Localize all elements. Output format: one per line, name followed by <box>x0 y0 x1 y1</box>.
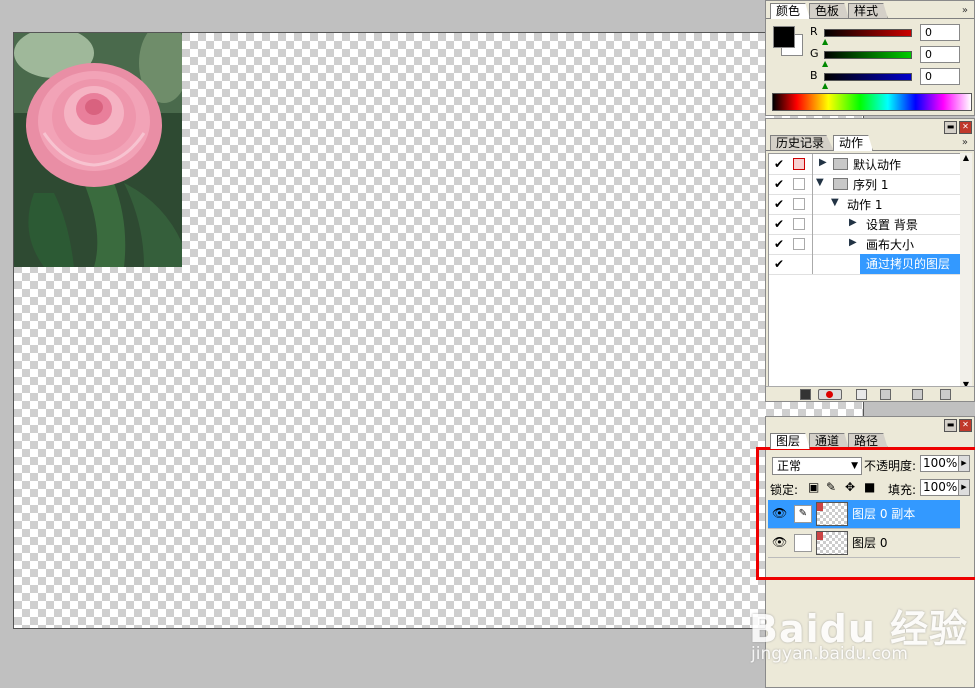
column-divider <box>812 174 813 194</box>
tab-swatches[interactable]: 色板 <box>809 3 850 19</box>
panel-menu-icon[interactable]: » <box>962 5 968 16</box>
action-label: 设置 背景 <box>866 218 918 232</box>
green-label: G <box>810 47 819 60</box>
list-item[interactable]: ✔ ▶ 设置 背景 <box>769 214 961 235</box>
stop-icon[interactable] <box>800 389 811 400</box>
column-divider <box>812 234 813 254</box>
actions-window-buttons: ▬ ✕ <box>944 121 972 134</box>
action-list: ✔ ▶ 默认动作 ✔ ▼ 序列 1 ✔ ▼ 动作 1 ✔ ▶ 设置 背景 ✔ ▶… <box>768 153 962 391</box>
dialog-toggle-icon[interactable] <box>793 238 805 250</box>
blue-value-input[interactable]: 0 <box>920 68 960 85</box>
column-divider <box>812 194 813 214</box>
dialog-toggle-icon[interactable] <box>793 158 805 170</box>
camellia-photo <box>14 33 182 267</box>
expand-triangle-icon[interactable]: ▶ <box>819 157 827 168</box>
list-item[interactable]: ✔ ▼ 动作 1 <box>769 194 961 215</box>
watermark-url: jingyan.baidu.com <box>751 644 908 664</box>
action-label: 序列 1 <box>853 178 889 192</box>
red-slider-row: R ▲ 0 <box>810 24 970 46</box>
dialog-toggle-icon[interactable] <box>793 198 805 210</box>
action-label: 默认动作 <box>853 158 902 172</box>
tab-color[interactable]: 颜色 <box>770 3 811 19</box>
collapse-triangle-icon[interactable]: ▼ <box>831 197 839 208</box>
red-slider-handle-icon[interactable]: ▲ <box>822 37 828 46</box>
tab-actions[interactable]: 动作 <box>833 135 874 151</box>
baidu-watermark: Baidu 经验 jingyan.baidu.com <box>747 580 975 680</box>
blue-slider[interactable] <box>824 73 912 81</box>
action-label: 动作 1 <box>847 198 883 212</box>
panel-menu-icon[interactable]: » <box>962 137 968 148</box>
folder-icon <box>833 178 848 190</box>
red-label: R <box>810 25 818 38</box>
layers-window-buttons: ▬ ✕ <box>944 419 972 432</box>
list-item[interactable]: ✔ 通过拷贝的图层 <box>769 254 961 275</box>
color-spectrum-bar[interactable] <box>772 93 972 111</box>
foreground-color-swatch[interactable] <box>773 26 795 48</box>
action-label: 画布大小 <box>866 238 915 252</box>
folder-icon <box>833 158 848 170</box>
tab-history[interactable]: 历史记录 <box>770 135 835 151</box>
minimize-icon[interactable]: ▬ <box>944 121 957 134</box>
actions-scrollbar[interactable]: ▲ ▼ <box>960 153 972 389</box>
tab-layers[interactable]: 图层 <box>770 433 811 449</box>
record-button[interactable] <box>818 389 842 400</box>
red-value-input[interactable]: 0 <box>920 24 960 41</box>
collapse-triangle-icon[interactable]: ▼ <box>816 177 824 188</box>
dialog-toggle-icon[interactable] <box>793 218 805 230</box>
play-icon[interactable] <box>856 389 867 400</box>
tab-styles[interactable]: 样式 <box>848 3 889 19</box>
record-icon <box>826 391 833 398</box>
color-panel: 颜色 色板 样式 » R ▲ 0 G ▲ 0 B ▲ 0 <box>765 0 975 116</box>
actions-toolbar <box>766 386 974 401</box>
check-icon[interactable]: ✔ <box>772 177 786 191</box>
check-icon[interactable]: ✔ <box>772 197 786 211</box>
column-divider <box>812 254 813 274</box>
document-canvas[interactable] <box>13 32 864 629</box>
list-item[interactable]: ✔ ▶ 画布大小 <box>769 234 961 255</box>
red-slider[interactable] <box>824 29 912 37</box>
trash-icon[interactable] <box>940 389 951 400</box>
column-divider <box>812 154 813 174</box>
expand-triangle-icon[interactable]: ▶ <box>849 217 857 228</box>
list-item[interactable]: ✔ ▶ 默认动作 <box>769 154 961 175</box>
green-slider-handle-icon[interactable]: ▲ <box>822 59 828 68</box>
new-set-icon[interactable] <box>880 389 891 400</box>
blue-label: B <box>810 69 818 82</box>
column-divider <box>812 214 813 234</box>
minimize-icon[interactable]: ▬ <box>944 419 957 432</box>
close-icon[interactable]: ✕ <box>959 419 972 432</box>
check-icon[interactable]: ✔ <box>772 257 786 271</box>
green-slider-row: G ▲ 0 <box>810 46 970 68</box>
annotation-highlight-box <box>756 447 975 580</box>
expand-triangle-icon[interactable]: ▶ <box>849 237 857 248</box>
list-item[interactable]: ✔ ▼ 序列 1 <box>769 174 961 195</box>
color-panel-tabs: 颜色 色板 样式 <box>770 3 889 19</box>
green-slider[interactable] <box>824 51 912 59</box>
blue-slider-handle-icon[interactable]: ▲ <box>822 81 828 90</box>
action-label: 通过拷贝的图层 <box>860 254 960 274</box>
actions-panel: ▬ ✕ 历史记录 动作 » ✔ ▶ 默认动作 ✔ ▼ 序列 1 ✔ ▼ 动作 1… <box>765 118 975 402</box>
new-action-icon[interactable] <box>912 389 923 400</box>
check-icon[interactable]: ✔ <box>772 157 786 171</box>
actions-panel-tabs: 历史记录 动作 <box>770 135 874 151</box>
check-icon[interactable]: ✔ <box>772 217 786 231</box>
close-icon[interactable]: ✕ <box>959 121 972 134</box>
green-value-input[interactable]: 0 <box>920 46 960 63</box>
blue-slider-row: B ▲ 0 <box>810 68 970 90</box>
check-icon[interactable]: ✔ <box>772 237 786 251</box>
dialog-toggle-icon[interactable] <box>793 178 805 190</box>
